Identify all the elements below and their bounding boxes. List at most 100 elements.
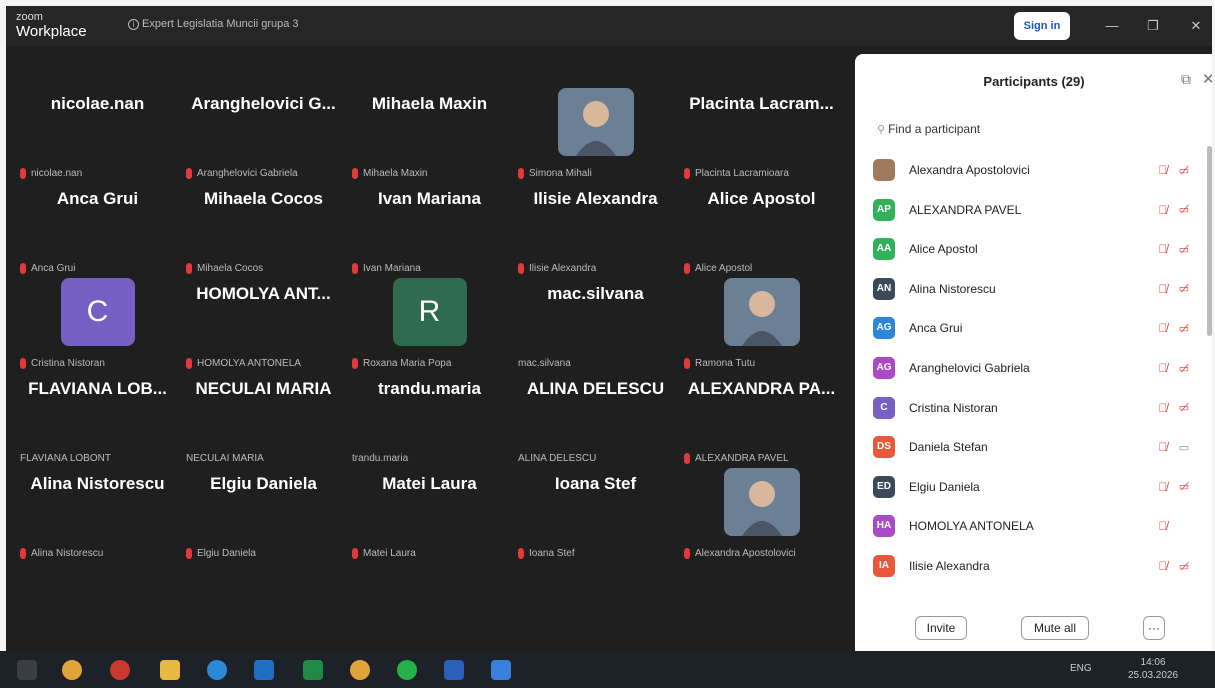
- participant-row[interactable]: Alexandra Apostolovici 🎙̸ ▭̸: [873, 150, 1193, 190]
- participant-search-input[interactable]: ⚲ Find a participant: [877, 116, 1191, 142]
- video-tile[interactable]: Ilisie Alexandra Ilisie Alexandra: [512, 181, 679, 276]
- video-tile[interactable]: Aranghelovici G... Aranghelovici Gabriela: [180, 86, 347, 181]
- video-off-icon[interactable]: ▭̸: [1175, 164, 1193, 177]
- video-tile[interactable]: Placinta Lacram... Placinta Lacramioara: [678, 86, 845, 181]
- sign-in-button[interactable]: Sign in: [1014, 12, 1070, 40]
- mic-muted-icon[interactable]: 🎙̸: [1155, 559, 1171, 573]
- participant-row[interactable]: HA HOMOLYA ANTONELA 🎙̸: [873, 506, 1193, 546]
- mute-all-button[interactable]: Mute all: [1021, 616, 1089, 640]
- invite-button[interactable]: Invite: [915, 616, 967, 640]
- video-tile[interactable]: Simona Mihali: [512, 86, 679, 181]
- tile-display-name: Ivan Mariana: [378, 189, 481, 208]
- video-off-icon[interactable]: ▭̸: [1175, 480, 1193, 493]
- video-tile[interactable]: FLAVIANA LOB... FLAVIANA LOBONT: [14, 371, 181, 466]
- file-explorer-icon[interactable]: [160, 660, 180, 680]
- mic-muted-icon: [352, 263, 358, 274]
- whatsapp-icon[interactable]: [397, 660, 417, 680]
- video-tile[interactable]: ALINA DELESCU ALINA DELESCU: [512, 371, 679, 466]
- video-tile[interactable]: Ioana Stef Ioana Stef: [512, 466, 679, 561]
- mic-muted-icon[interactable]: 🎙̸: [1155, 440, 1171, 454]
- video-tile[interactable]: Ramona Tutu: [678, 276, 845, 371]
- maximize-icon[interactable]: ❐: [1145, 18, 1161, 34]
- participant-row[interactable]: C Cristina Nistoran 🎙̸ ▭̸: [873, 388, 1193, 428]
- app-icon[interactable]: [110, 660, 130, 680]
- scrollbar[interactable]: [1207, 146, 1212, 336]
- mic-muted-icon[interactable]: 🎙̸: [1155, 203, 1171, 217]
- outlook-icon[interactable]: [254, 660, 274, 680]
- participant-row[interactable]: DS Daniela Stefan 🎙̸ ▭: [873, 427, 1193, 467]
- word-icon[interactable]: [444, 660, 464, 680]
- mic-muted-icon[interactable]: 🎙̸: [1155, 519, 1171, 533]
- clock[interactable]: 14:06 25.03.2026: [1128, 656, 1178, 682]
- video-tile[interactable]: C Cristina Nistoran: [14, 276, 181, 371]
- tile-display-name: Ilisie Alexandra: [533, 189, 658, 208]
- video-off-icon[interactable]: ▭̸: [1175, 282, 1193, 295]
- video-tile[interactable]: R Roxana Maria Popa: [346, 276, 513, 371]
- mic-muted-icon[interactable]: 🎙̸: [1155, 282, 1171, 296]
- video-tile[interactable]: nicolae.nan nicolae.nan: [14, 86, 181, 181]
- popout-icon[interactable]: ⧉: [1181, 71, 1191, 88]
- tile-name-label: Alice Apostol: [684, 263, 752, 274]
- video-tile[interactable]: Matei Laura Matei Laura: [346, 466, 513, 561]
- video-off-icon[interactable]: ▭̸: [1175, 560, 1193, 573]
- avatar: AG: [873, 357, 895, 379]
- zoom-window: zoom Workplace i Expert Legislatia Muncii…: [6, 6, 1212, 651]
- video-tile[interactable]: Alexandra Apostolovici: [678, 466, 845, 561]
- mic-muted-icon[interactable]: 🎙̸: [1155, 321, 1171, 335]
- participant-row[interactable]: AG Aranghelovici Gabriela 🎙̸ ▭̸: [873, 348, 1193, 388]
- more-options-button[interactable]: ···: [1143, 616, 1165, 640]
- participant-row[interactable]: AP ALEXANDRA PAVEL 🎙̸ ▭̸: [873, 190, 1193, 230]
- video-tile[interactable]: ALEXANDRA PA... ALEXANDRA PAVEL: [678, 371, 845, 466]
- mic-muted-icon: [20, 548, 26, 559]
- video-tile[interactable]: HOMOLYA ANT... HOMOLYA ANTONELA: [180, 276, 347, 371]
- mic-muted-icon: [684, 168, 690, 179]
- participant-row[interactable]: IA Ilisie Alexandra 🎙̸ ▭̸: [873, 546, 1193, 586]
- mic-muted-icon[interactable]: 🎙̸: [1155, 401, 1171, 415]
- video-icon[interactable]: ▭: [1175, 441, 1193, 454]
- video-tile[interactable]: Ivan Mariana Ivan Mariana: [346, 181, 513, 276]
- chrome-icon[interactable]: [62, 660, 82, 680]
- video-tile[interactable]: Mihaela Cocos Mihaela Cocos: [180, 181, 347, 276]
- participant-row[interactable]: ED Elgiu Daniela 🎙̸ ▭̸: [873, 467, 1193, 507]
- avatar: DS: [873, 436, 895, 459]
- language-indicator[interactable]: ENG: [1070, 663, 1092, 674]
- meeting-info[interactable]: i Expert Legislatia Muncii grupa 3: [128, 18, 299, 30]
- video-tile[interactable]: trandu.maria trandu.maria: [346, 371, 513, 466]
- zoom-logo-small: zoom: [16, 11, 43, 23]
- video-tile[interactable]: Alina Nistorescu Alina Nistorescu: [14, 466, 181, 561]
- video-off-icon[interactable]: ▭̸: [1175, 243, 1193, 256]
- video-tile[interactable]: mac.silvana mac.silvana: [512, 276, 679, 371]
- video-off-icon[interactable]: ▭̸: [1175, 322, 1193, 335]
- mic-muted-icon[interactable]: 🎙̸: [1155, 242, 1171, 256]
- chrome-icon-2[interactable]: [350, 660, 370, 680]
- windows-start-icon[interactable]: [17, 660, 37, 680]
- excel-icon[interactable]: [303, 660, 323, 680]
- mic-muted-icon: [352, 548, 358, 559]
- video-tile[interactable]: Anca Grui Anca Grui: [14, 181, 181, 276]
- participant-name: HOMOLYA ANTONELA: [909, 519, 1034, 534]
- participant-photo: [723, 468, 800, 536]
- video-tile[interactable]: Mihaela Maxin Mihaela Maxin: [346, 86, 513, 181]
- tile-name-label: HOMOLYA ANTONELA: [186, 358, 301, 369]
- mic-muted-icon[interactable]: 🎙̸: [1155, 480, 1171, 494]
- participant-row[interactable]: AG Anca Grui 🎙̸ ▭̸: [873, 308, 1193, 348]
- close-panel-icon[interactable]: ✕: [1202, 70, 1212, 88]
- video-off-icon[interactable]: ▭̸: [1175, 203, 1193, 216]
- participant-row[interactable]: AN Alina Nistorescu 🎙̸ ▭̸: [873, 269, 1193, 309]
- video-off-icon[interactable]: ▭̸: [1175, 401, 1193, 414]
- tile-label-text: HOMOLYA ANTONELA: [197, 358, 301, 369]
- video-tile[interactable]: Alice Apostol Alice Apostol: [678, 181, 845, 276]
- minimize-icon[interactable]: —: [1104, 18, 1120, 34]
- video-off-icon[interactable]: ▭̸: [1175, 362, 1193, 375]
- close-icon[interactable]: ✕: [1188, 18, 1204, 34]
- video-tile[interactable]: Elgiu Daniela Elgiu Daniela: [180, 466, 347, 561]
- participant-row[interactable]: AA Alice Apostol 🎙̸ ▭̸: [873, 229, 1193, 269]
- video-tile[interactable]: NECULAI MARIA NECULAI MARIA: [180, 371, 347, 466]
- edge-icon[interactable]: [207, 660, 227, 680]
- tile-name-label: Anca Grui: [20, 263, 75, 274]
- mic-muted-icon[interactable]: 🎙̸: [1155, 163, 1171, 177]
- tile-display-name: ALINA DELESCU: [526, 379, 665, 398]
- participant-name: Alice Apostol: [909, 242, 978, 257]
- zoom-taskbar-icon[interactable]: [491, 660, 511, 680]
- mic-muted-icon[interactable]: 🎙̸: [1155, 361, 1171, 375]
